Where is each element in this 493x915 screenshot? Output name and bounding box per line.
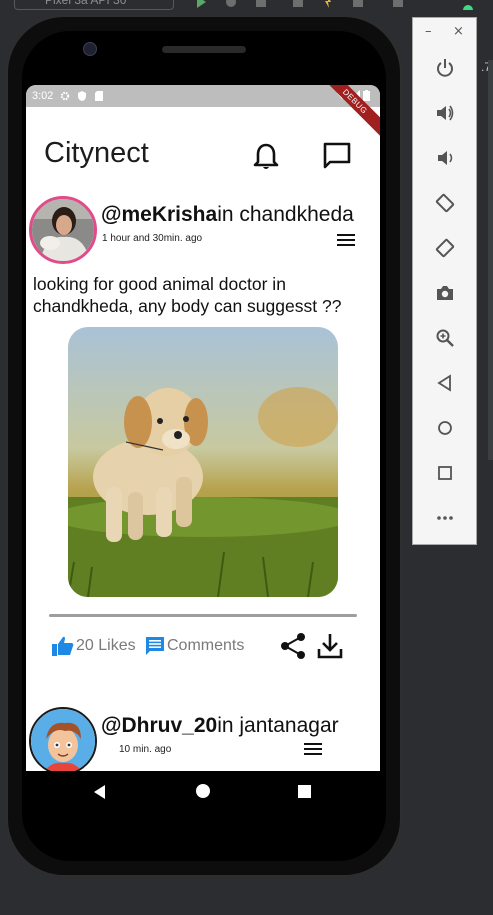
back-icon[interactable] [92, 784, 108, 800]
home-icon[interactable] [196, 784, 210, 798]
chat-icon[interactable] [322, 141, 352, 171]
status-time: 3:02 [32, 90, 54, 102]
post-time: 10 min. ago [119, 744, 172, 755]
overview-icon [438, 466, 452, 480]
user-handle[interactable]: @meKrisha [101, 203, 217, 226]
post-text: looking for good animal doctor in chandk… [33, 274, 342, 316]
volume-up-button[interactable] [433, 101, 457, 125]
back-button[interactable] [433, 371, 457, 395]
power-button[interactable] [433, 56, 457, 80]
more-icon [437, 516, 453, 520]
comment-button[interactable]: Comments [145, 636, 244, 656]
android-icon[interactable] [462, 0, 474, 10]
sync-icon[interactable] [352, 0, 364, 8]
attach-icon[interactable] [255, 0, 267, 8]
post-time: 1 hour and 30min. ago [102, 233, 203, 244]
avatar[interactable] [29, 707, 97, 771]
hamburger-menu-icon[interactable] [304, 742, 322, 756]
post-card: @meKrishain chandkheda 1 hour and 30min.… [26, 179, 380, 679]
user-cartoon-avatar [31, 709, 95, 771]
rotate-right-icon [435, 238, 455, 258]
app-bar: Citynect [26, 107, 380, 179]
bell-icon[interactable] [252, 142, 280, 172]
overview-button[interactable] [433, 461, 457, 485]
user-handle[interactable]: @Dhruv_20 [101, 714, 217, 737]
more-button[interactable] [433, 506, 457, 530]
camera-icon [437, 286, 453, 300]
comments-label: Comments [167, 637, 245, 654]
volume-down-button[interactable] [433, 146, 457, 170]
thumbs-up-icon [52, 636, 74, 656]
likes-count: 20 Likes [76, 637, 136, 654]
emulator-control-panel: – × [412, 17, 477, 545]
post-card: @Dhruv_20in jantanagar 10 min. ago [26, 679, 380, 771]
user-photo [32, 199, 94, 261]
shield-icon [78, 91, 87, 101]
stop-icon[interactable] [392, 0, 404, 8]
profile-icon[interactable] [292, 0, 304, 8]
post-divider [49, 614, 357, 617]
rotate-left-button[interactable] [433, 191, 457, 215]
puppy-photo [68, 327, 338, 597]
download-icon[interactable] [316, 632, 344, 660]
app-title: Citynect [44, 137, 149, 169]
editor-scrollbar[interactable] [488, 60, 493, 460]
back-icon [437, 374, 451, 392]
post-image[interactable] [68, 327, 338, 597]
post-header: @meKrishain chandkheda [101, 203, 354, 227]
battery-icon [363, 90, 370, 101]
status-bar: 3:02 DEBUG [26, 85, 380, 138]
post-header: @Dhruv_20in jantanagar [101, 714, 339, 738]
apply-changes-icon[interactable] [322, 0, 334, 8]
home-button[interactable] [433, 416, 457, 440]
system-navigation-bar [26, 771, 380, 813]
phone-screen: 3:02 DEBUG Citynect @meKrishain chandkhe… [26, 85, 380, 771]
zoom-icon [436, 329, 454, 347]
gear-icon [61, 91, 70, 101]
run-icon[interactable] [195, 0, 207, 8]
comment-icon [146, 637, 164, 655]
hamburger-menu-icon[interactable] [337, 233, 355, 247]
zoom-button[interactable] [433, 326, 457, 350]
post-location: in jantanagar [217, 714, 339, 737]
home-icon [438, 421, 452, 435]
screenshot-button[interactable] [433, 281, 457, 305]
close-icon[interactable]: × [453, 24, 464, 39]
volume-down-icon [438, 151, 453, 165]
avatar[interactable] [29, 196, 97, 264]
minimize-icon[interactable]: – [425, 24, 432, 39]
debug-icon[interactable] [225, 0, 237, 8]
post-actions: 20 Likes Comments [52, 632, 362, 662]
overview-icon[interactable] [298, 785, 311, 798]
earpiece-speaker [162, 46, 246, 53]
rotate-right-button[interactable] [433, 236, 457, 260]
share-icon[interactable] [280, 632, 306, 660]
device-selector[interactable]: Pixel 3a API 30 [14, 0, 174, 10]
rotate-left-icon [435, 193, 455, 213]
sd-card-icon [95, 91, 104, 101]
front-camera [83, 42, 97, 56]
power-icon [437, 59, 453, 77]
post-location: in chandkheda [217, 203, 354, 226]
like-button[interactable]: 20 Likes [52, 636, 136, 656]
volume-up-icon [437, 105, 454, 121]
